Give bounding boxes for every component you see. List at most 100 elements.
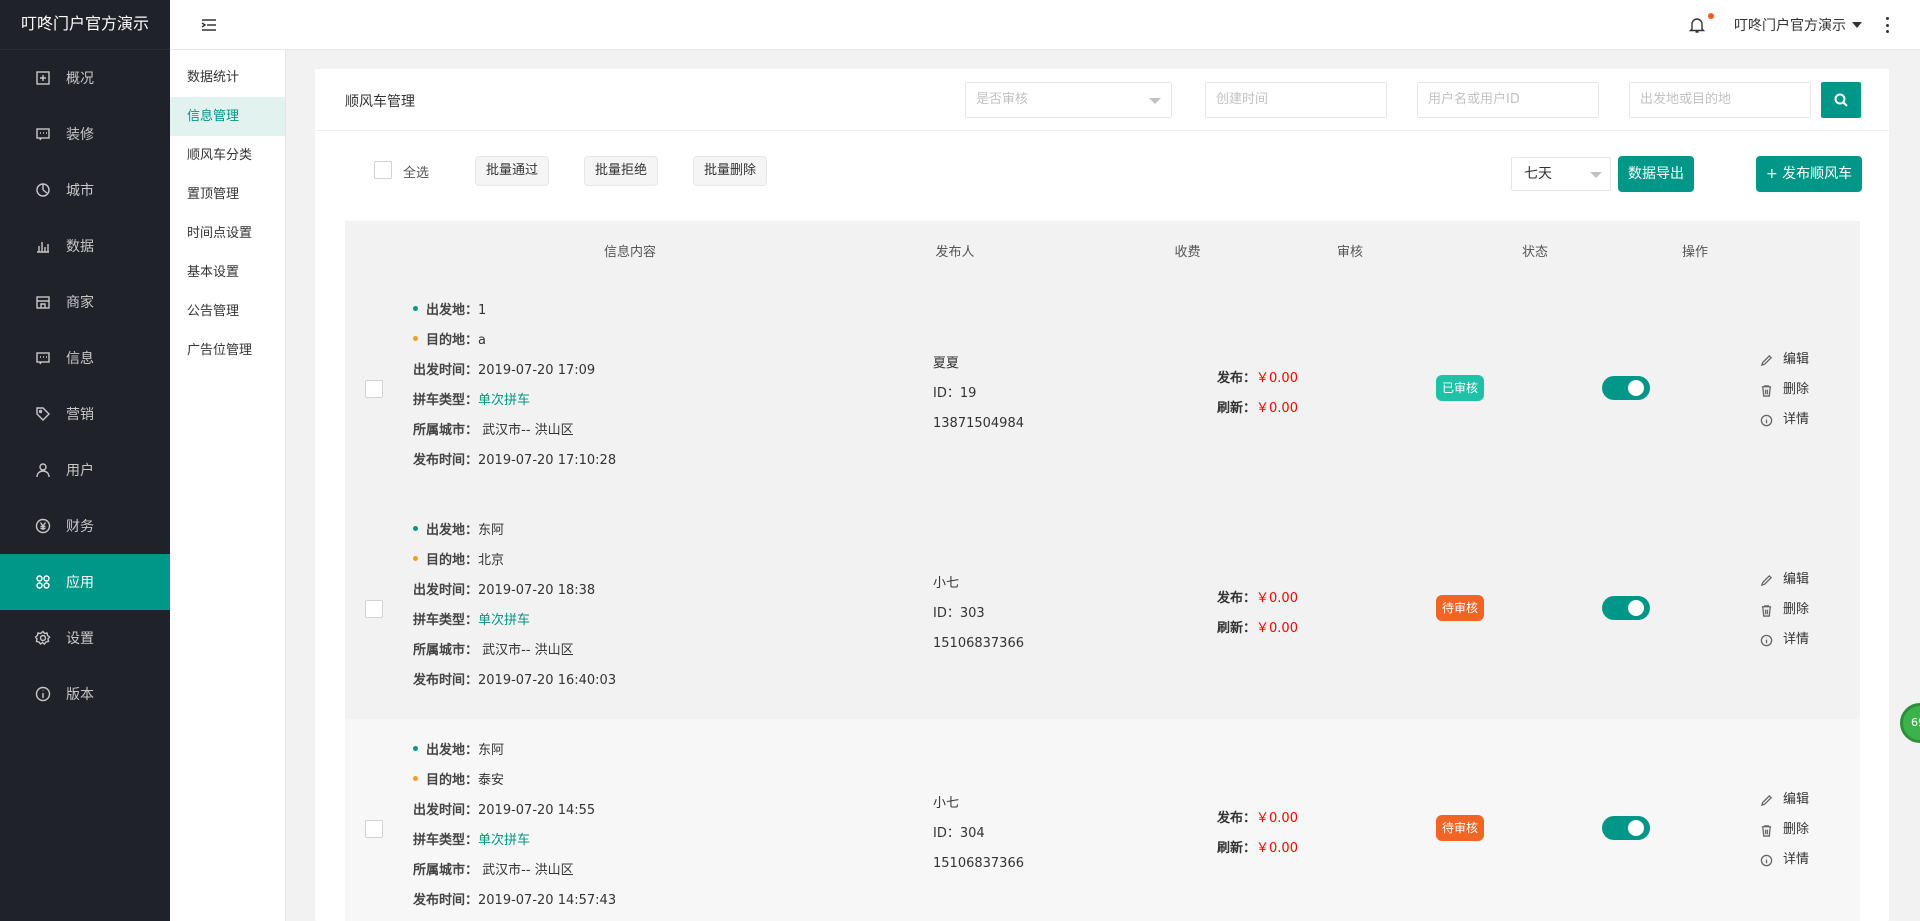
subnav-item-basic-settings[interactable]: 基本设置 [170,253,285,292]
search-icon [1834,93,1848,107]
edit-button[interactable]: 编辑 [1760,565,1809,595]
subnav-item-top-manage[interactable]: 置顶管理 [170,175,285,214]
chevron-down-icon [1852,22,1862,28]
more-vertical-icon[interactable] [1886,17,1890,33]
chevron-down-icon [1149,98,1161,104]
sidebar-item-label: 数据 [66,239,94,255]
status-toggle[interactable] [1602,596,1650,620]
apps-icon [34,573,52,591]
audit-badge: 待审核 [1436,595,1485,621]
sidebar-item-decorate[interactable]: 装修 [0,106,170,162]
sidebar-item-marketing[interactable]: 营销 [0,386,170,442]
sidebar-item-version[interactable]: 版本 [0,666,170,722]
sidebar-item-overview[interactable]: 概况 [0,50,170,106]
notification-bell[interactable] [1688,13,1714,34]
sidebar-item-label: 装修 [66,127,94,143]
brand-title: 叮咚门户官方演示 [0,0,170,50]
info-content: 出发地：1 目的地：a 出发时间：2019-07-20 17:09 拼车类型：单… [413,303,617,468]
sidebar-item-message[interactable]: 信息 [0,330,170,386]
chevron-down-icon [1590,172,1602,178]
place-search-input[interactable]: 出发地或目的地 [1629,82,1811,118]
subnav-item-notice[interactable]: 公告管理 [170,292,285,331]
audit-select[interactable]: 是否审核 [965,82,1172,118]
secondary-sidebar: 数据统计 信息管理 顺风车分类 置顶管理 时间点设置 基本设置 公告管理 广告位… [170,50,286,921]
detail-button[interactable]: 详情 [1760,625,1809,655]
tag-icon [34,405,52,423]
carpool-table: 信息内容 发布人 收费 审核 状态 操作 出发地：1 目的地：a 出发时间：20… [345,221,1860,921]
page-title: 顺风车管理 [345,94,415,110]
info-icon [1760,414,1773,426]
actions-cell: 编辑 删除 详情 [1760,565,1809,655]
fee-cell: 发布：￥0.00 刷新：￥0.00 [1217,371,1298,416]
col-info: 信息内容 [603,244,656,260]
user-menu[interactable]: 叮咚门户官方演示 [1734,15,1862,35]
subnav-item-carpool-category[interactable]: 顺风车分类 [170,136,285,175]
edit-icon [1760,794,1773,806]
delete-button[interactable]: 删除 [1760,595,1809,625]
sidebar-item-label: 应用 [66,575,94,591]
sidebar-item-finance[interactable]: 财务 [0,498,170,554]
menu-toggle-icon[interactable] [200,16,218,34]
sidebar-item-label: 商家 [66,295,94,311]
info-content: 出发地：东阿 目的地：北京 出发时间：2019-07-20 18:38 拼车类型… [413,523,617,688]
subnav-item-ad-slot[interactable]: 广告位管理 [170,331,285,370]
batch-pass-button[interactable]: 批量通过 [475,156,550,186]
subnav-item-info-manage[interactable]: 信息管理 [170,97,285,136]
col-audit: 审核 [1336,244,1363,260]
sidebar-item-user[interactable]: 用户 [0,442,170,498]
subnav-item-stats[interactable]: 数据统计 [170,58,285,97]
decorate-icon [34,125,52,143]
edit-button[interactable]: 编辑 [1760,785,1809,815]
batch-delete-button[interactable]: 批量删除 [693,156,768,186]
sidebar-item-data[interactable]: 数据 [0,218,170,274]
table-row: 出发地：东阿 目的地：北京 出发时间：2019-07-20 18:38 拼车类型… [345,499,1860,719]
select-all-checkbox[interactable] [374,161,392,179]
publish-carpool-button[interactable]: + 发布顺风车 [1756,156,1863,192]
merchant-icon [34,293,52,311]
period-select[interactable]: 七天 [1511,157,1611,191]
sidebar-item-city[interactable]: 城市 [0,162,170,218]
delete-button[interactable]: 删除 [1760,815,1809,845]
row-checkbox[interactable] [365,380,383,398]
settings-icon [34,629,52,647]
to-dot [413,336,418,341]
trash-icon [1761,604,1772,617]
status-toggle[interactable] [1602,816,1650,840]
user-search-input[interactable]: 用户名或用户ID [1417,82,1599,118]
col-publisher: 发布人 [935,244,975,260]
select-all-label: 全选 [403,166,430,181]
info-content: 出发地：东阿 目的地：泰安 出发时间：2019-07-20 14:55 拼车类型… [413,743,617,908]
edit-icon [1760,354,1773,366]
sidebar-item-label: 用户 [66,463,94,479]
from-dot [413,526,418,531]
row-checkbox[interactable] [365,820,383,838]
row-checkbox[interactable] [365,600,383,618]
batch-reject-button[interactable]: 批量拒绝 [584,156,659,186]
sidebar-item-merchant[interactable]: 商家 [0,274,170,330]
sidebar-item-label: 财务 [66,519,94,535]
city-icon [34,181,52,199]
trash-icon [1761,384,1772,397]
panel-header: 顺风车管理 是否审核 创建时间 用户名或用户ID 出发地或目的地 [315,69,1889,131]
table-row: 出发地：东阿 目的地：泰安 出发时间：2019-07-20 14:55 拼车类型… [345,719,1860,921]
edit-button[interactable]: 编辑 [1760,345,1809,375]
sidebar-item-apps[interactable]: 应用 [0,554,170,610]
sidebar-item-settings[interactable]: 设置 [0,610,170,666]
publisher-cell: 夏夏 ID：19 13871504984 [933,356,1024,431]
created-time-input[interactable]: 创建时间 [1205,82,1387,118]
table-header: 信息内容 发布人 收费 审核 状态 操作 [345,221,1860,279]
search-button[interactable] [1821,82,1861,118]
info-icon [34,685,52,703]
export-button[interactable]: 数据导出 [1618,156,1694,192]
floating-counter-ball[interactable]: 69 [1900,703,1920,743]
sidebar-item-label: 营销 [66,407,94,423]
subnav-item-timepoint[interactable]: 时间点设置 [170,214,285,253]
sidebar-item-label: 城市 [66,183,94,199]
from-dot [413,746,418,751]
detail-button[interactable]: 详情 [1760,845,1809,875]
yen-icon [34,517,52,535]
detail-button[interactable]: 详情 [1760,405,1809,435]
sidebar-item-label: 版本 [66,687,94,703]
delete-button[interactable]: 删除 [1760,375,1809,405]
status-toggle[interactable] [1602,376,1650,400]
